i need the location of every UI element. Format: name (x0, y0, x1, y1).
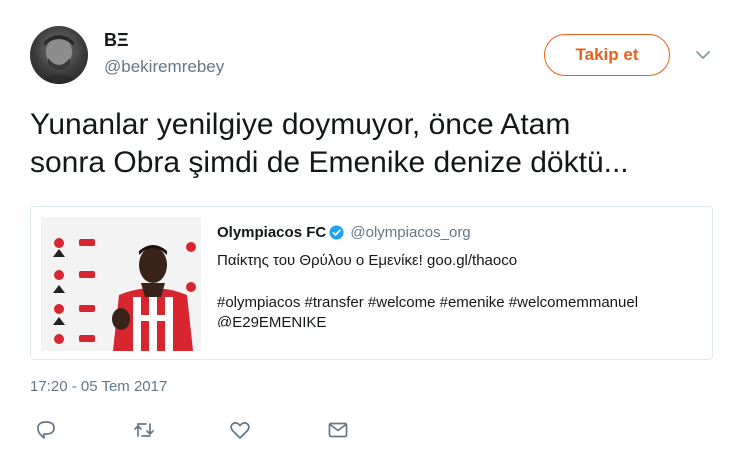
quoted-tweet-name: Olympiacos FC (217, 224, 327, 241)
user-handle[interactable]: @bekiremrebey (104, 57, 224, 77)
avatar-photo-icon (36, 35, 82, 84)
message-icon[interactable] (326, 418, 350, 442)
reply-icon[interactable] (34, 418, 58, 442)
quoted-tweet-mention: @E29EMENIKE (217, 314, 327, 327)
tweet-text-line: sonra Obra şimdi de Emenike denize döktü… (30, 146, 629, 179)
player-photo-icon (41, 217, 201, 351)
quoted-tweet-text: Παίκτης του Θρύλου ο Εμενίκε! goo.gl/tha… (217, 252, 518, 269)
quoted-tweet-hashtags: #olympiacos #transfer #welcome #emenike … (217, 294, 639, 311)
follow-button[interactable]: Takip et (544, 34, 670, 76)
avatar[interactable] (30, 26, 88, 84)
quoted-tweet-body: Olympiacos FC @olympiacos_org Παίκτης το… (217, 223, 707, 327)
quoted-tweet-handle: @olympiacos_org (350, 224, 471, 241)
display-name[interactable]: BΞ (104, 30, 129, 51)
like-icon[interactable] (228, 418, 252, 442)
verified-badge-icon (329, 225, 344, 240)
quoted-tweet-header: Olympiacos FC @olympiacos_org (217, 223, 707, 243)
tweet-text: Yunanlar yenilgiye doymuyor, önce Atam s… (30, 106, 730, 182)
quoted-tweet[interactable]: Olympiacos FC @olympiacos_org Παίκτης το… (30, 206, 713, 360)
retweet-icon[interactable] (132, 418, 156, 442)
timestamp[interactable]: 17:20 - 05 Tem 2017 (30, 378, 167, 395)
chevron-down-icon[interactable] (694, 48, 712, 62)
tweet-text-line: Yunanlar yenilgiye doymuyor, önce Atam (30, 108, 571, 141)
quoted-tweet-media[interactable] (41, 217, 201, 351)
